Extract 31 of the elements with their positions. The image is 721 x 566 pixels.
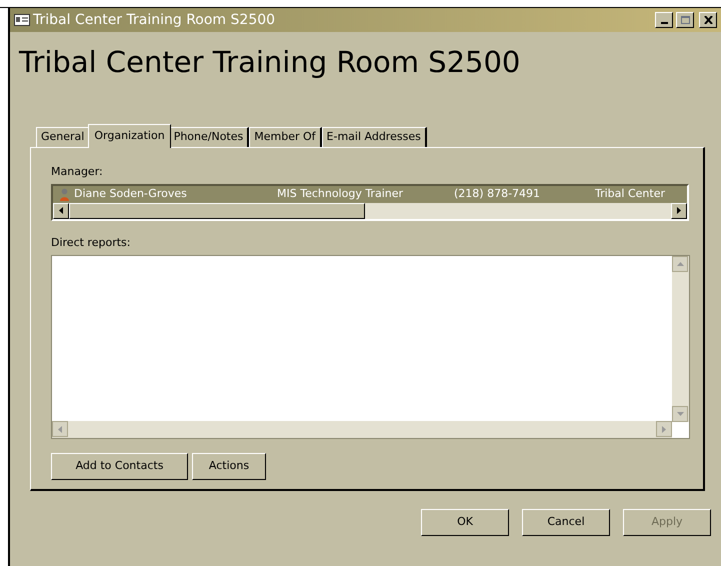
cancel-button[interactable]: Cancel [522,509,610,536]
left-arrow-icon [59,207,63,214]
contact-heading: Tribal Center Training Room S2500 [19,48,522,77]
table-cell-text: Tribal Center [595,186,665,202]
up-arrow-icon [676,262,684,266]
window-title: Tribal Center Training Room S2500 [33,10,276,30]
contact-card-icon [14,14,30,26]
add-to-contacts-button[interactable]: Add to Contacts [51,453,188,480]
right-arrow-icon [662,426,666,432]
manager-label: Manager: [51,164,104,180]
actions-button[interactable]: Actions [192,453,266,480]
tab[interactable]: Phone/Notes [168,127,250,147]
left-arrow-icon [58,426,62,432]
minimize-button[interactable] [655,12,673,28]
maximize-button[interactable] [676,12,694,28]
tab[interactable]: General [36,127,90,147]
ok-button[interactable]: OK [421,509,509,536]
table-cell-text: (218) 878-7491 [454,186,542,202]
scrollbar-thumb[interactable] [69,202,365,218]
table-cell-text: MIS Technology Trainer [277,186,404,202]
close-button[interactable] [699,12,717,28]
manager-row[interactable]: Diane Soden-Groves MIS Technology Trainer (218) 878-7491 Tribal Center [53,186,687,202]
person-icon [60,188,69,200]
tab[interactable]: Member Of [249,127,322,147]
close-icon [704,16,712,24]
tab[interactable]: Organization [88,124,171,148]
table-cell-text: Diane Soden-Groves [74,186,188,202]
right-arrow-icon [677,207,681,214]
direct-reports-label: Direct reports: [51,234,132,250]
down-arrow-icon [676,412,684,416]
tab[interactable]: E-mail Addresses [322,127,427,147]
